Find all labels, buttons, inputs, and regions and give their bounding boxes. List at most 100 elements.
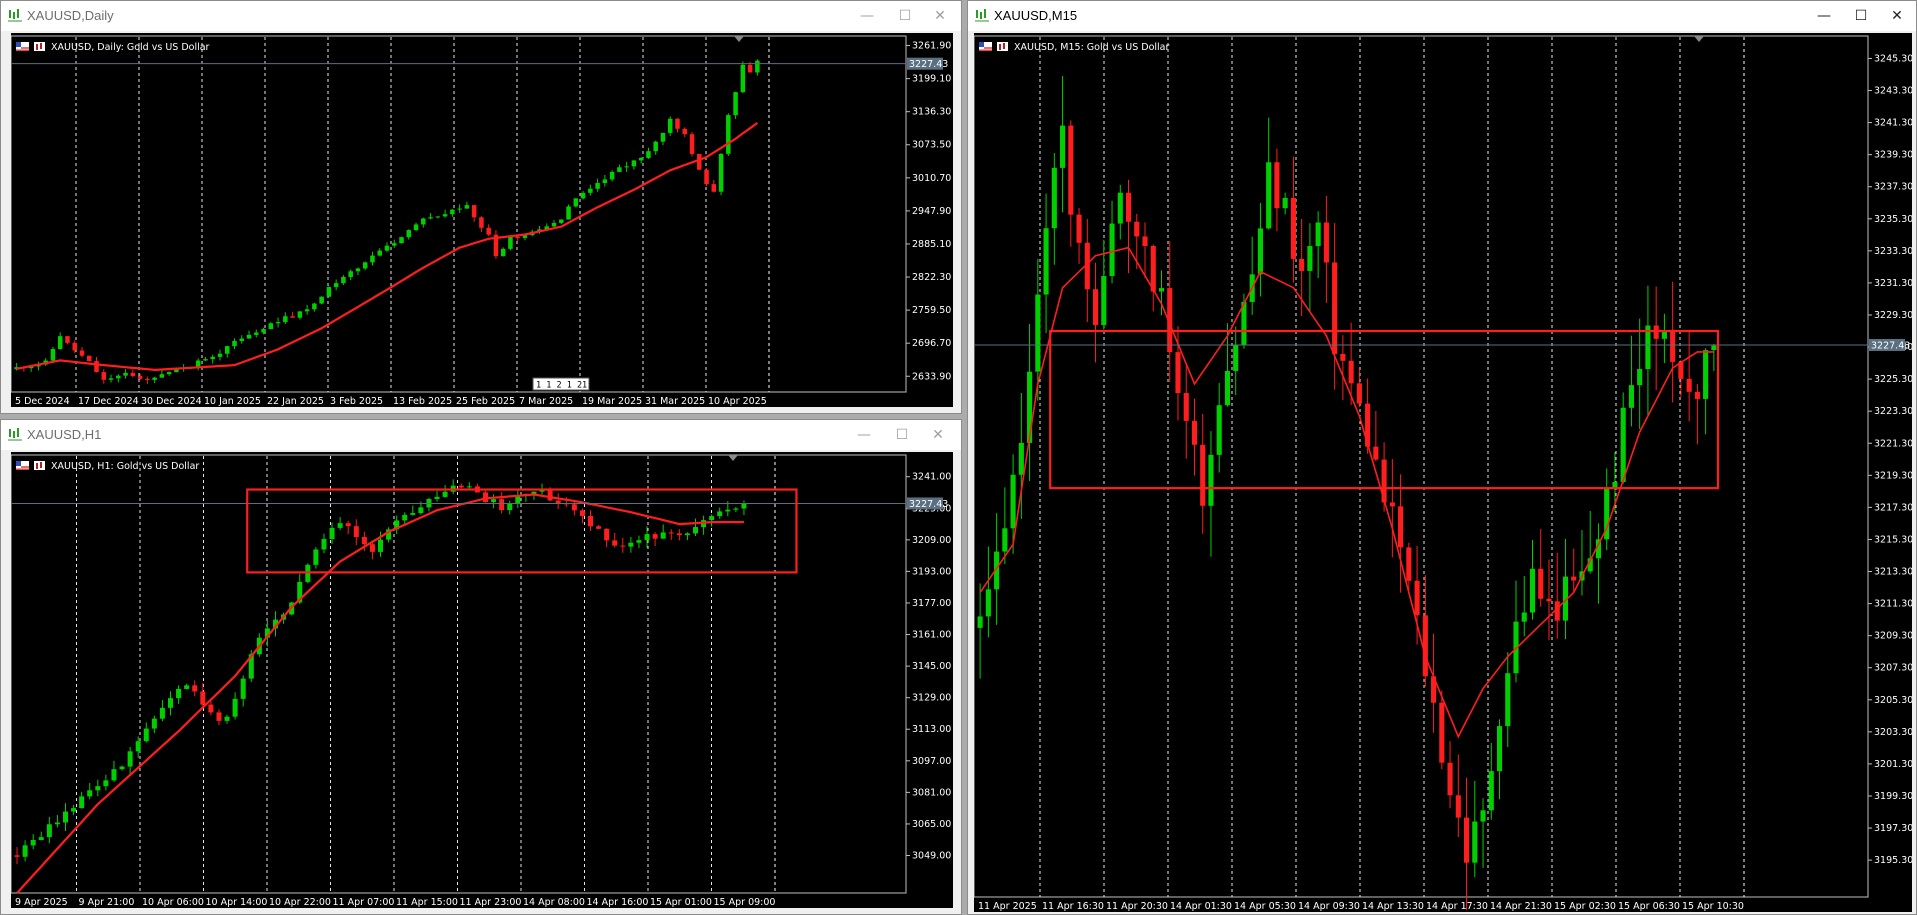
close-button[interactable]: ✕ — [1880, 1, 1914, 31]
chart-window-icon — [8, 428, 22, 441]
candle — [508, 235, 513, 251]
maximize-button[interactable]: ☐ — [888, 1, 922, 31]
candle — [1571, 548, 1577, 591]
y-tick-label: 2822.30 — [912, 272, 951, 283]
y-tick-label: 2696.70 — [912, 338, 951, 349]
x-tick-label: 13 Feb 2025 — [393, 396, 452, 407]
candle — [1703, 348, 1709, 435]
close-button[interactable]: ✕ — [921, 420, 955, 450]
candle — [1463, 777, 1470, 910]
candle — [457, 204, 462, 213]
x-tick-label: 14 Apr 16:00 — [587, 897, 649, 908]
candle — [1661, 313, 1667, 364]
window-daily[interactable]: XAUUSD,Daily — ☐ ✕ 5 Dec 2024 17 Dec 2024… — [0, 0, 962, 414]
price-chart-svg[interactable]: 9 Apr 2025 9 Apr 21:00 10 Apr 06:00 10 Apr … — [11, 452, 953, 908]
chart-area-h1[interactable]: 9 Apr 2025 9 Apr 21:00 10 Apr 06:00 10 Apr … — [11, 452, 953, 908]
moving-average-line — [979, 246, 1714, 739]
candle — [587, 510, 594, 531]
y-tick-label: 2885.10 — [912, 239, 951, 250]
x-tick-label: 11 Apr 23:00 — [460, 897, 522, 908]
candle — [675, 118, 680, 133]
candle — [474, 483, 480, 493]
chart-shift-marker[interactable] — [1694, 36, 1704, 42]
candle — [370, 251, 375, 266]
title-bar-m15[interactable]: XAUUSD,M15 — ☐ ✕ — [968, 1, 1916, 31]
plot-frame — [974, 35, 1869, 898]
candle — [573, 198, 579, 208]
candle — [1529, 539, 1536, 620]
candle — [692, 518, 699, 537]
x-tick-label: 15 Apr 09:00 — [714, 897, 776, 908]
candle — [1068, 120, 1074, 247]
candle — [660, 132, 666, 146]
candle — [434, 490, 440, 502]
y-tick-label: 3145.00 — [912, 661, 951, 672]
price-chart-svg[interactable]: 11 Apr 2025 11 Apr 16:30 11 Apr 20:30 14 Ap… — [974, 33, 1912, 912]
candle — [1604, 468, 1610, 551]
candle — [620, 537, 626, 553]
candle — [653, 140, 658, 155]
chart-shift-marker[interactable] — [728, 455, 738, 461]
candle — [493, 230, 499, 259]
candle — [1389, 459, 1395, 558]
minimize-button[interactable]: — — [850, 1, 884, 31]
candle — [353, 519, 359, 546]
candle — [579, 508, 585, 524]
candle — [595, 178, 600, 192]
candle — [290, 311, 295, 319]
candle — [450, 479, 456, 495]
candle — [466, 482, 472, 489]
candle — [479, 216, 484, 233]
candle — [1092, 262, 1099, 363]
window-h1[interactable]: XAUUSD,H1 — ☐ ✕ 9 Apr 2025 9 Apr 21:00 10 … — [0, 419, 962, 915]
candle — [159, 369, 165, 378]
y-tick-label: 3241.30 — [1874, 118, 1912, 129]
candle — [1266, 117, 1272, 230]
y-tick-label: 3205.30 — [1874, 695, 1912, 706]
window-title: XAUUSD,M15 — [994, 8, 1078, 23]
y-tick-label: 3219.30 — [1874, 470, 1912, 481]
candle — [471, 204, 477, 222]
x-tick-label: 14 Apr 05:30 — [1234, 901, 1296, 912]
candle — [1562, 538, 1569, 640]
close-button[interactable]: ✕ — [923, 1, 957, 31]
candle — [442, 209, 448, 218]
candle — [123, 369, 128, 379]
flag-icon — [16, 42, 29, 51]
title-bar-h1[interactable]: XAUUSD,H1 — ☐ ✕ — [1, 420, 961, 450]
chart-area-daily[interactable]: 5 Dec 2024 17 Dec 2024 30 Dec 2024 10 Jan 2… — [11, 33, 953, 407]
candle — [1670, 281, 1676, 403]
period-marker[interactable]: 1 1 2 1 21:30 — [532, 377, 603, 391]
maximize-button[interactable]: ☐ — [1844, 1, 1878, 31]
title-bar-daily[interactable]: XAUUSD,Daily — ☐ ✕ — [1, 1, 961, 31]
candle — [977, 583, 983, 679]
candle — [612, 532, 618, 548]
candle — [246, 330, 252, 339]
candle — [1060, 75, 1066, 213]
minimize-button[interactable]: — — [1807, 1, 1841, 31]
candle — [733, 507, 739, 513]
y-tick-label: 3177.00 — [912, 598, 951, 609]
chart-area-m15[interactable]: 11 Apr 2025 11 Apr 16:30 11 Apr 20:30 14 Ap… — [974, 33, 1912, 912]
candle — [709, 514, 715, 527]
candle — [103, 774, 109, 791]
window-m15[interactable]: XAUUSD,M15 — ☐ ✕ 11 Apr 2025 11 Apr 16:30… — [967, 0, 1917, 915]
price-chart-svg[interactable]: 5 Dec 2024 17 Dec 2024 30 Dec 2024 10 Jan 2… — [11, 33, 953, 407]
candle — [152, 376, 157, 384]
x-tick-label: 14 Apr 13:30 — [1362, 901, 1424, 912]
candle — [1653, 286, 1659, 390]
candle — [482, 490, 489, 503]
chart-shift-marker[interactable] — [734, 36, 744, 42]
candle — [596, 525, 602, 530]
candle — [684, 532, 690, 541]
candle — [676, 529, 682, 541]
candle — [192, 680, 198, 697]
candle — [1521, 576, 1527, 637]
maximize-button[interactable]: ☐ — [885, 420, 919, 450]
candle — [224, 714, 230, 724]
x-tick-label: 11 Apr 15:00 — [396, 897, 458, 908]
candle — [224, 345, 230, 358]
chart-type-icon — [997, 42, 1008, 51]
candle — [1191, 398, 1198, 476]
minimize-button[interactable]: — — [847, 420, 881, 450]
